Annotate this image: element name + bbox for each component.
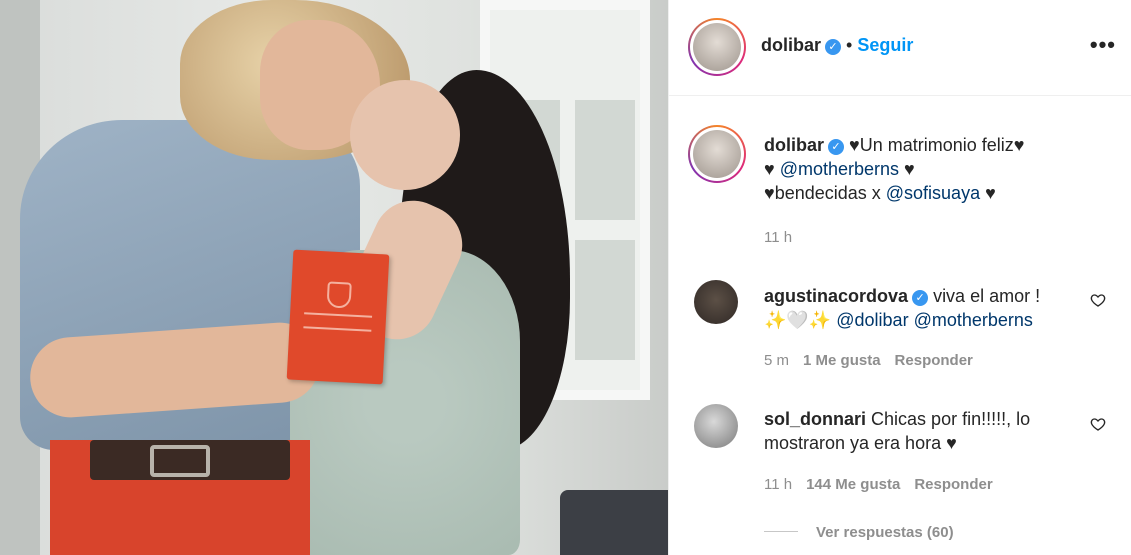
caption-text-2b: ♥ — [899, 159, 915, 179]
photo-marriage-booklet — [286, 249, 390, 385]
caption-timestamp[interactable]: 11 h — [764, 229, 792, 246]
view-replies-rule — [764, 531, 798, 532]
comment-1: agustinacordova ✓ viva el amor ! ✨🤍✨ @dol… — [764, 284, 1074, 332]
comment-avatar[interactable] — [694, 404, 738, 448]
comment-2: sol_donnari Chicas por fin!!!!!, lo most… — [764, 407, 1074, 455]
mention-dolibar[interactable]: @dolibar — [836, 310, 908, 330]
more-options-icon[interactable]: ••• — [1090, 32, 1116, 58]
reply-button[interactable]: Responder — [914, 476, 992, 493]
comment-author[interactable]: sol_donnari — [764, 409, 866, 429]
separator-dot: • — [846, 35, 853, 55]
comment-2-line-1: sol_donnari Chicas por fin!!!!!, lo — [764, 407, 1074, 431]
photo-face-right — [350, 80, 460, 190]
comment-time[interactable]: 11 h — [764, 476, 792, 493]
reply-button[interactable]: Responder — [895, 352, 973, 369]
photo-buckle — [150, 445, 210, 477]
comment-1-meta: 5 m 1 Me gusta Responder — [764, 352, 973, 369]
author-avatar[interactable] — [688, 18, 746, 76]
caption-line-2: ♥ @motherberns ♥ — [764, 157, 1114, 181]
mention-motherberns[interactable]: @motherberns — [780, 159, 899, 179]
caption-avatar[interactable] — [688, 125, 746, 183]
verified-badge-icon: ✓ — [828, 139, 845, 155]
caption-text-2a: ♥ — [764, 159, 780, 179]
comment-1-line-1: agustinacordova ✓ viva el amor ! — [764, 284, 1074, 308]
author-username[interactable]: dolibar — [761, 35, 821, 55]
caption-line-1: dolibar ✓ ♥Un matrimonio feliz♥ — [764, 133, 1114, 157]
view-replies-label[interactable]: Ver respuestas (60) — [816, 524, 954, 541]
comment-likes[interactable]: 1 Me gusta — [803, 352, 881, 369]
comment-avatar[interactable] — [694, 280, 738, 324]
comment-likes[interactable]: 144 Me gusta — [806, 476, 900, 493]
comment-1-line-2: ✨🤍✨ @dolibar @motherberns — [764, 308, 1074, 332]
follow-button[interactable]: Seguir — [857, 35, 913, 55]
post-photo[interactable] — [0, 0, 668, 555]
mention-sofisuaya[interactable]: @sofisuaya — [886, 183, 980, 203]
comment-2-meta: 11 h 144 Me gusta Responder — [764, 476, 993, 493]
mention-motherberns[interactable]: @motherberns — [914, 310, 1033, 330]
photo-sofa — [560, 490, 668, 555]
comment-text: viva el amor ! — [933, 286, 1041, 306]
caption: dolibar ✓ ♥Un matrimonio feliz♥ ♥ @mother… — [764, 133, 1114, 205]
caption-author[interactable]: dolibar — [764, 135, 824, 155]
header-author-row: dolibar ✓ • Seguir — [761, 35, 913, 56]
caption-text-3a: ♥bendecidas x — [764, 183, 886, 203]
heart-outline-icon[interactable] — [1090, 416, 1106, 432]
heart-outline-icon[interactable] — [1090, 292, 1106, 308]
comment-time[interactable]: 5 m — [764, 352, 789, 369]
post-header: dolibar ✓ • Seguir ••• — [669, 0, 1131, 96]
comment-emoji: ✨🤍✨ — [764, 310, 837, 330]
post-side-panel: dolibar ✓ • Seguir ••• dolibar ✓ ♥Un matrimo… — [668, 0, 1131, 555]
caption-text-3b: ♥ — [980, 183, 996, 203]
verified-badge-icon: ✓ — [912, 290, 929, 306]
caption-line-3: ♥bendecidas x @sofisuaya ♥ — [764, 181, 1114, 205]
view-replies-button[interactable]: Ver respuestas (60) — [764, 524, 954, 541]
verified-badge-icon: ✓ — [825, 39, 842, 55]
comment-text: mostraron ya era hora ♥ — [764, 433, 957, 453]
comment-author[interactable]: agustinacordova — [764, 286, 908, 306]
caption-text-1: ♥Un matrimonio feliz♥ — [849, 135, 1025, 155]
comment-text: Chicas por fin!!!!!, lo — [871, 409, 1031, 429]
